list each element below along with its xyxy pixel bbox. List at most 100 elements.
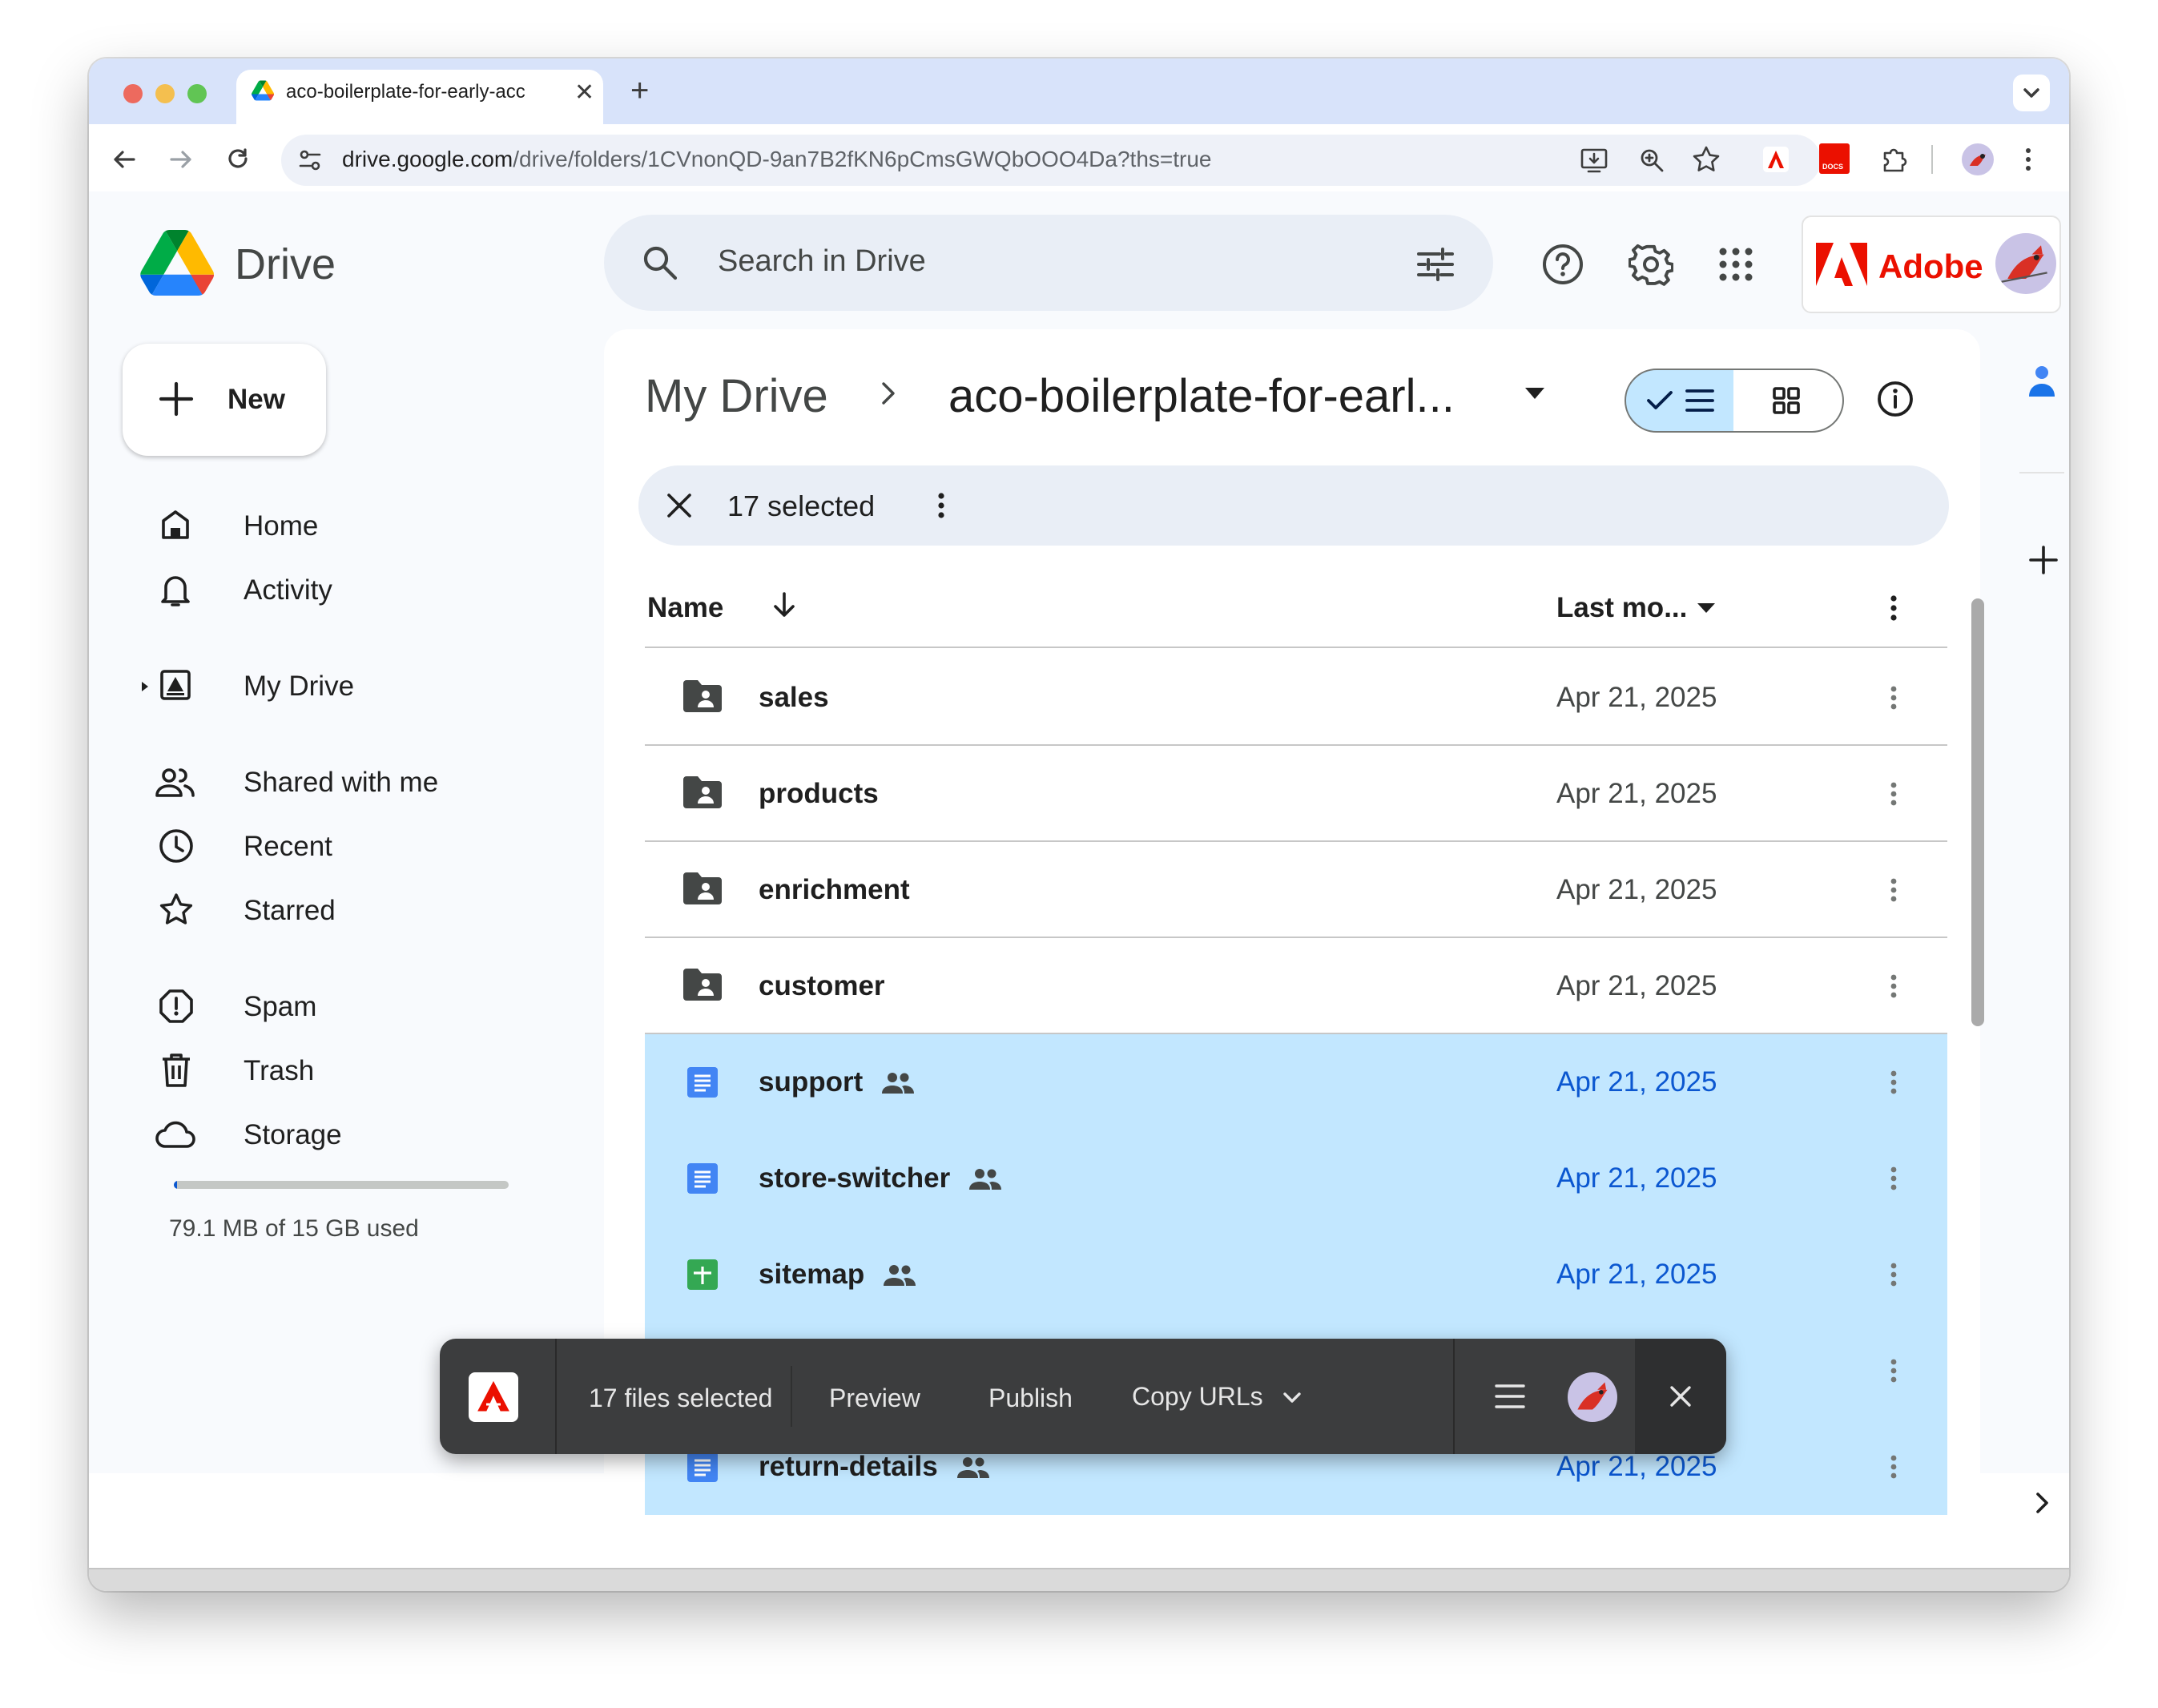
table-row[interactable]: sales Apr 21, 2025 — [645, 650, 1947, 746]
selection-more-icon[interactable] — [936, 489, 947, 522]
maximize-window-button[interactable] — [187, 84, 207, 103]
adobe-menu-hamburger-icon[interactable] — [1494, 1382, 1526, 1411]
install-app-icon[interactable] — [1579, 145, 1609, 175]
tab-title: aco-boilerplate-for-early-acc — [286, 81, 525, 103]
apps-grid-icon[interactable] — [1717, 245, 1755, 284]
spam-icon — [158, 988, 195, 1025]
horizontal-scrollbar[interactable] — [89, 1568, 2069, 1591]
adobe-account-button[interactable]: Adobe — [1802, 216, 2061, 313]
url-path: /drive/folders/1CVnonQD-9an7B2fKN6pCmsGW… — [513, 147, 1212, 171]
row-more-actions-icon[interactable] — [1888, 1259, 1899, 1291]
close-tab-icon[interactable]: ✕ — [574, 81, 594, 105]
adobe-publish-button[interactable]: Publish — [988, 1384, 1073, 1413]
vertical-scrollbar[interactable] — [1971, 598, 1984, 1026]
settings-gear-icon[interactable] — [1629, 242, 1673, 287]
list-view-button[interactable] — [1625, 369, 1737, 433]
breadcrumb-chevron-icon — [879, 377, 898, 409]
table-row[interactable]: products Apr 21, 2025 — [645, 746, 1947, 842]
new-button[interactable]: New — [123, 344, 326, 456]
search-icon[interactable] — [640, 243, 680, 283]
breadcrumb-current[interactable]: aco-boilerplate-for-earl... — [948, 369, 1455, 423]
expand-arrow-icon[interactable] — [140, 680, 150, 693]
table-row[interactable]: store-switcher Apr 21, 2025 — [645, 1130, 1947, 1227]
column-options-icon[interactable] — [1888, 592, 1899, 624]
zoom-icon[interactable] — [1637, 145, 1667, 175]
adobe-acrobat-extension-icon[interactable] — [1763, 147, 1789, 172]
sidebar-item-storage[interactable]: Storage — [105, 1105, 586, 1166]
row-more-actions-icon[interactable] — [1888, 1162, 1899, 1194]
cardinal-bird-icon — [1577, 1382, 1608, 1410]
sidebar-item-my-drive[interactable]: My Drive — [105, 656, 586, 717]
get-addons-plus-icon[interactable] — [2027, 544, 2059, 576]
sidebar-item-label: My Drive — [244, 671, 355, 702]
adobe-close-button[interactable] — [1635, 1339, 1726, 1454]
browser-window: aco-boilerplate-for-early-acc ✕ + drive.… — [89, 58, 2069, 1591]
table-row[interactable]: customer Apr 21, 2025 — [645, 938, 1947, 1034]
shared-folder-icon — [682, 775, 723, 810]
site-settings-icon[interactable] — [296, 146, 324, 175]
grid-view-button[interactable] — [1733, 369, 1844, 433]
row-more-actions-icon[interactable] — [1888, 1066, 1899, 1098]
table-row[interactable]: enrichment Apr 21, 2025 — [645, 842, 1947, 938]
adobe-preview-button[interactable]: Preview — [829, 1384, 920, 1413]
column-header-name[interactable]: Name — [647, 592, 723, 624]
adobe-avatar[interactable] — [1995, 233, 2056, 294]
adobe-bar-logo-icon[interactable] — [469, 1372, 518, 1422]
row-more-actions-icon[interactable] — [1888, 682, 1899, 714]
search-input[interactable]: Search in Drive — [718, 244, 926, 279]
row-more-actions-icon[interactable] — [1888, 970, 1899, 1002]
browser-menu-icon[interactable] — [2023, 145, 2034, 174]
file-name: support — [759, 1066, 864, 1098]
folder-menu-dropdown-icon[interactable] — [1523, 385, 1547, 401]
help-icon[interactable] — [1540, 242, 1585, 287]
reload-icon[interactable] — [223, 145, 252, 174]
back-icon[interactable] — [110, 145, 139, 174]
adobe-files-selected: 17 files selected — [589, 1384, 773, 1412]
adobe-bar-avatar[interactable] — [1568, 1372, 1617, 1422]
row-more-actions-icon[interactable] — [1888, 1355, 1899, 1387]
sidebar-item-label: Shared with me — [244, 767, 439, 798]
row-more-actions-icon[interactable] — [1888, 874, 1899, 906]
table-row[interactable]: sitemap Apr 21, 2025 — [645, 1227, 1947, 1323]
row-more-actions-icon[interactable] — [1888, 778, 1899, 810]
sidebar-item-recent[interactable]: Recent — [105, 816, 586, 877]
shared-folder-icon — [682, 679, 723, 714]
file-modified-date: Apr 21, 2025 — [1556, 874, 1717, 905]
shared-people-icon — [882, 1263, 917, 1287]
expand-side-panel-icon[interactable] — [2032, 1489, 2053, 1517]
profile-avatar[interactable] — [1962, 143, 1994, 175]
sidebar-item-starred[interactable]: Starred — [105, 880, 586, 941]
file-name: store-switcher — [759, 1162, 951, 1194]
forward-icon[interactable] — [167, 145, 195, 174]
search-options-icon[interactable] — [1415, 244, 1455, 284]
column-dropdown-icon[interactable] — [1696, 602, 1717, 614]
breadcrumb-root[interactable]: My Drive — [645, 369, 828, 423]
adobe-copy-urls-button[interactable]: Copy URLs — [1132, 1372, 1324, 1422]
sidebar-item-trash[interactable]: Trash — [105, 1041, 586, 1102]
sidebar-item-label: Trash — [244, 1055, 315, 1086]
sidebar-item-activity[interactable]: Activity — [105, 560, 586, 621]
sidebar-item-label: Activity — [244, 574, 332, 606]
minimize-window-button[interactable] — [155, 84, 175, 103]
bookmark-star-icon[interactable] — [1691, 144, 1721, 175]
drive-logo-icon[interactable] — [140, 230, 214, 296]
clear-selection-icon[interactable] — [664, 490, 695, 521]
cardinal-bird-icon — [1970, 154, 1986, 166]
row-more-actions-icon[interactable] — [1888, 1451, 1899, 1483]
contacts-person-icon[interactable] — [2026, 363, 2058, 400]
adobe-docs-extension-icon[interactable]: DOCS — [1819, 143, 1850, 174]
extensions-puzzle-icon[interactable] — [1878, 143, 1910, 175]
new-tab-button[interactable]: + — [630, 75, 649, 107]
sort-arrow-down-icon[interactable] — [768, 589, 800, 621]
close-window-button[interactable] — [123, 84, 143, 103]
tab-search-button[interactable] — [2013, 75, 2050, 111]
info-icon[interactable] — [1875, 379, 1915, 419]
table-row[interactable]: support Apr 21, 2025 — [645, 1034, 1947, 1130]
app-title[interactable]: Drive — [235, 240, 336, 289]
file-modified-date: Apr 21, 2025 — [1556, 970, 1717, 1001]
sidebar-item-home[interactable]: Home — [105, 496, 586, 557]
sidebar-item-shared[interactable]: Shared with me — [105, 752, 586, 813]
url-text[interactable]: drive.google.com/drive/folders/1CVnonQD-… — [342, 147, 1212, 172]
sidebar-item-spam[interactable]: Spam — [105, 977, 586, 1037]
column-header-last-modified[interactable]: Last mo... — [1556, 592, 1687, 624]
